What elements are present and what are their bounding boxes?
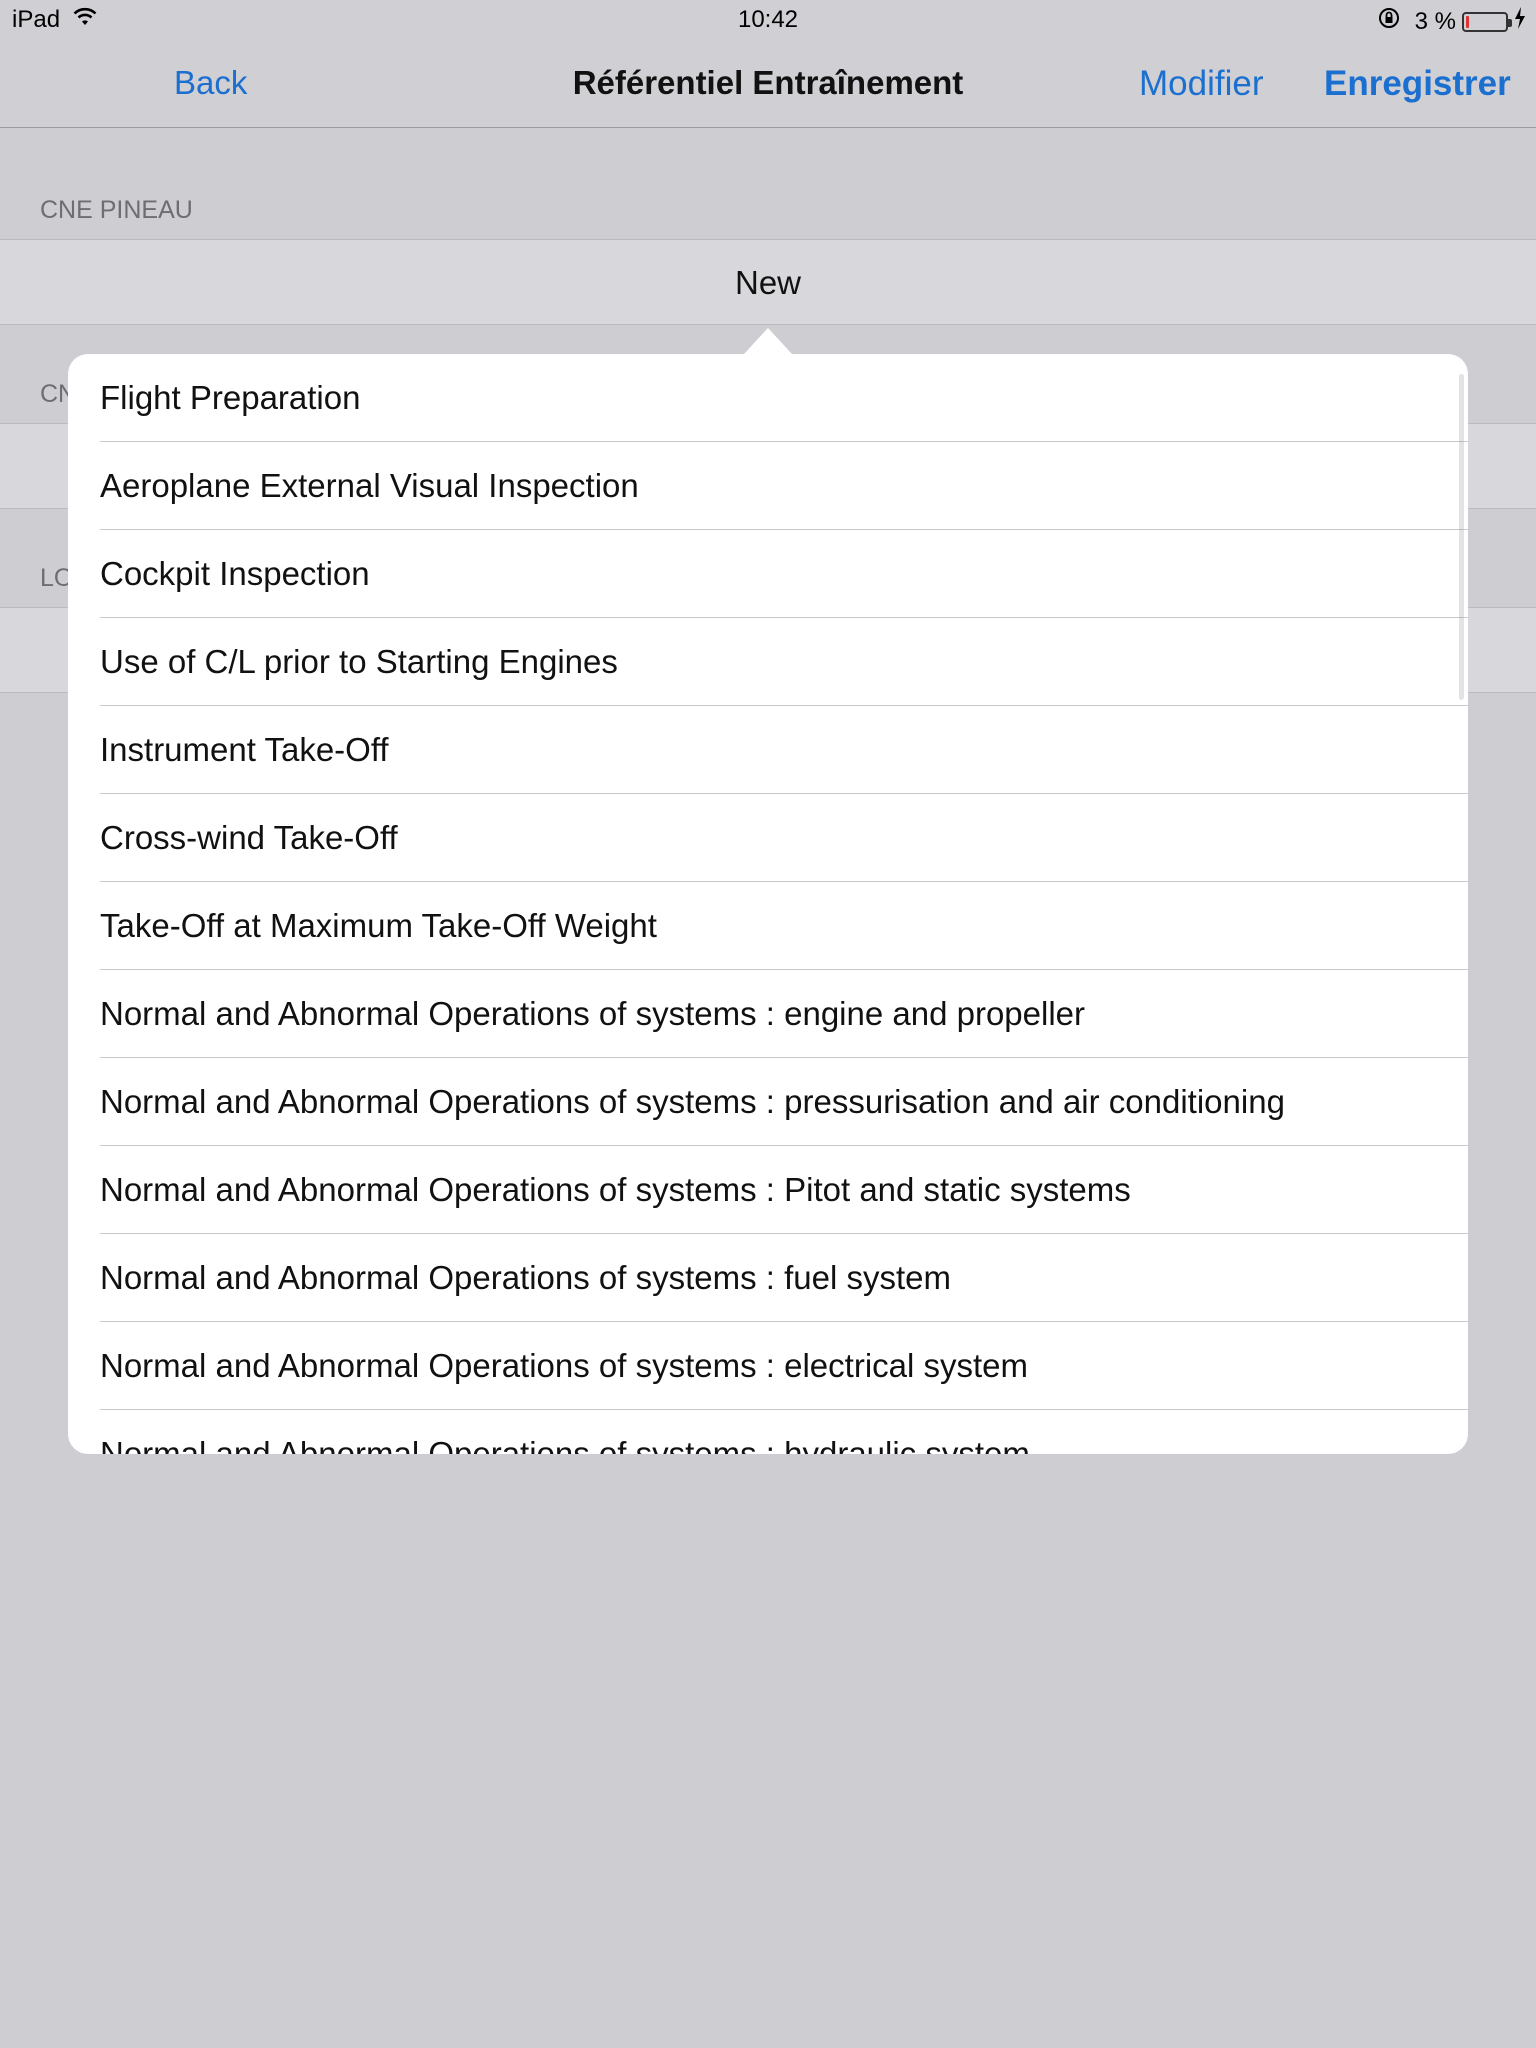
status-right: 3 % (1377, 6, 1526, 37)
charging-icon (1514, 7, 1526, 36)
rotation-lock-icon (1377, 6, 1401, 37)
list-item[interactable]: Aeroplane External Visual Inspection (68, 442, 1468, 530)
list-item[interactable]: Normal and Abnormal Operations of system… (68, 970, 1468, 1058)
page-title: Référentiel Entraînement (572, 64, 964, 101)
status-bar: iPad 10:42 3 % (0, 0, 1536, 40)
list-item[interactable]: Normal and Abnormal Operations of system… (68, 1410, 1468, 1454)
list-item[interactable]: Normal and Abnormal Operations of system… (68, 1234, 1468, 1322)
list-item[interactable]: Normal and Abnormal Operations of system… (68, 1322, 1468, 1410)
list-item[interactable]: Normal and Abnormal Operations of system… (68, 1058, 1468, 1146)
list-item[interactable]: Take-Off at Maximum Take-Off Weight (68, 882, 1468, 970)
list-item[interactable]: Normal and Abnormal Operations of system… (68, 1146, 1468, 1234)
popover-list[interactable]: Flight Preparation Aeroplane External Vis… (68, 354, 1468, 1454)
battery-percent: 3 % (1414, 7, 1456, 35)
battery-icon (1462, 11, 1512, 32)
new-cell[interactable]: New (0, 239, 1536, 325)
status-time: 10:42 (737, 6, 799, 33)
list-item[interactable]: Flight Preparation (68, 354, 1468, 442)
list-item[interactable]: Cockpit Inspection (68, 530, 1468, 618)
save-button[interactable]: Enregistrer (1324, 64, 1511, 104)
list-item[interactable]: Use of C/L prior to Starting Engines (68, 618, 1468, 706)
popover-arrow (744, 328, 792, 354)
scroll-indicator[interactable] (1459, 374, 1464, 700)
section-header-1: CNE PINEAU (40, 196, 193, 224)
popover-items: Flight Preparation Aeroplane External Vis… (68, 354, 1468, 1454)
list-item[interactable]: Cross-wind Take-Off (68, 794, 1468, 882)
navigation-bar: Back Référentiel Entraînement Modifier E… (0, 40, 1536, 128)
modifier-button[interactable]: Modifier (1139, 64, 1263, 104)
list-item[interactable]: Instrument Take-Off (68, 706, 1468, 794)
